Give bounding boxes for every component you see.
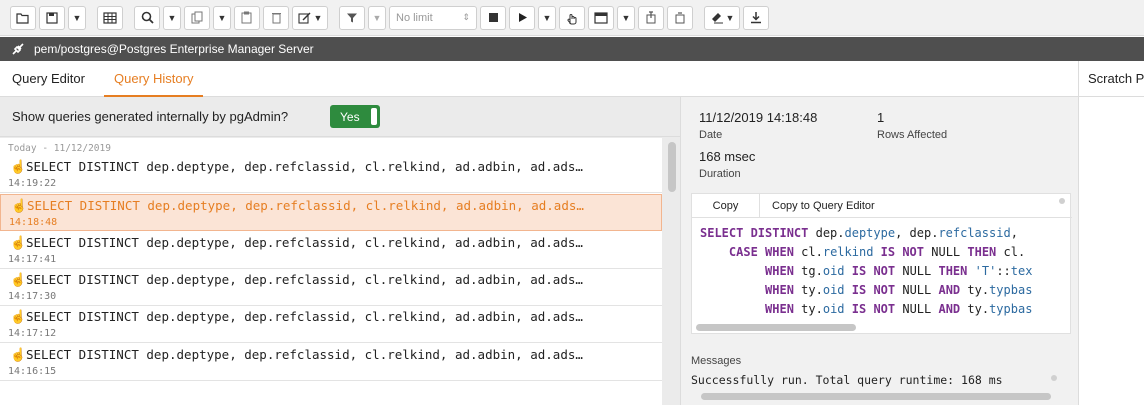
- list-item[interactable]: ☝ SELECT DISTINCT dep.deptype, dep.refcl…: [0, 269, 662, 306]
- hand-icon: ☝: [10, 159, 27, 174]
- list-item[interactable]: ☝ SELECT DISTINCT dep.deptype, dep.refcl…: [0, 194, 662, 231]
- history-group-label: Today - 11/12/2019: [8, 143, 111, 154]
- hand-icon: ☝: [10, 309, 27, 324]
- detail-rows-value: 1: [877, 110, 885, 125]
- internal-queries-label: Show queries generated internally by pgA…: [12, 109, 289, 124]
- row-limit-select[interactable]: No limit ⇕: [389, 5, 477, 30]
- query-code: SELECT DISTINCT dep.deptype, dep.refclas…: [700, 226, 1033, 316]
- download-icon[interactable]: [743, 5, 769, 30]
- stop-icon[interactable]: [480, 5, 506, 30]
- messages-panel: Messages Successfully run. Total query r…: [691, 347, 1071, 405]
- list-item[interactable]: ☝ SELECT DISTINCT dep.deptype, dep.refcl…: [0, 306, 662, 343]
- history-time: 14:16:15: [8, 366, 57, 377]
- scratch-pad-divider: [1078, 61, 1079, 405]
- code-hscrollbar[interactable]: [696, 324, 856, 331]
- query-code-box: Copy Copy to Query Editor SELECT DISTINC…: [691, 193, 1072, 334]
- edit-icon[interactable]: ▼: [292, 5, 328, 30]
- scroll-dot: [1051, 375, 1057, 381]
- scroll-dot: [1059, 198, 1065, 204]
- scrollbar-thumb[interactable]: [668, 142, 676, 192]
- copy-button[interactable]: Copy: [692, 194, 760, 218]
- chevron-down-icon[interactable]: ▼: [617, 5, 635, 30]
- delete-icon[interactable]: [263, 5, 289, 30]
- messages-text: Successfully run. Total query runtime: 1…: [691, 373, 1003, 387]
- history-list: Today - 11/12/2019 ☝ SELECT DISTINCT dep…: [0, 138, 662, 405]
- history-query: SELECT DISTINCT dep.deptype, dep.refclas…: [26, 272, 583, 287]
- hand-icon: ☝: [11, 198, 28, 213]
- history-time: 14:17:41: [8, 254, 57, 265]
- toggle-knob: [371, 108, 377, 125]
- list-item[interactable]: ☝ SELECT DISTINCT dep.deptype, dep.refcl…: [0, 344, 662, 381]
- tab-scratch-pad[interactable]: Scratch Pad: [1088, 61, 1144, 97]
- chevron-down-icon[interactable]: ▼: [213, 5, 231, 30]
- internal-queries-toggle[interactable]: Yes: [330, 105, 380, 128]
- history-query: SELECT DISTINCT dep.deptype, dep.refclas…: [26, 309, 583, 324]
- eraser-icon[interactable]: ▼: [704, 5, 740, 30]
- tab-query-editor[interactable]: Query Editor: [12, 61, 85, 97]
- detail-rows-label: Rows Affected: [877, 129, 948, 141]
- chevron-down-icon[interactable]: ▼: [368, 5, 386, 30]
- connection-icon[interactable]: [10, 41, 26, 57]
- toggle-value: Yes: [340, 109, 360, 124]
- history-time: 14:17:30: [8, 291, 57, 302]
- list-item[interactable]: ☝ SELECT DISTINCT dep.deptype, dep.refcl…: [0, 232, 662, 269]
- filter-icon[interactable]: [339, 5, 365, 30]
- table-icon[interactable]: [97, 5, 123, 30]
- history-time: 14:18:48: [9, 217, 58, 228]
- history-detail-pane: 11/12/2019 14:18:48 1 Date Rows Affected…: [680, 97, 1078, 405]
- detail-date-value: 11/12/2019 14:18:48: [699, 110, 818, 125]
- hand-icon: ☝: [10, 272, 27, 287]
- search-icon[interactable]: [134, 5, 160, 30]
- tab-bar: Query Editor Query History: [0, 61, 1144, 97]
- grid-icon[interactable]: [588, 5, 614, 30]
- history-query: SELECT DISTINCT dep.deptype, dep.refclas…: [26, 159, 583, 174]
- paste-icon[interactable]: [234, 5, 260, 30]
- hand-icon: ☝: [10, 347, 27, 362]
- tab-query-history[interactable]: Query History: [104, 61, 204, 97]
- updown-icon: ⇕: [462, 12, 470, 22]
- copy-icon[interactable]: [184, 5, 210, 30]
- history-scrollbar[interactable]: [664, 138, 680, 405]
- history-query: SELECT DISTINCT dep.deptype, dep.refclas…: [27, 198, 584, 213]
- commit-icon[interactable]: [638, 5, 664, 30]
- chevron-down-icon[interactable]: ▼: [68, 5, 86, 30]
- chevron-down-icon[interactable]: ▼: [538, 5, 556, 30]
- play-icon[interactable]: [509, 5, 535, 30]
- connection-label: pem/postgres@Postgres Enterprise Manager…: [34, 42, 314, 56]
- detail-duration-value: 168 msec: [699, 149, 756, 164]
- open-folder-icon[interactable]: [10, 5, 36, 30]
- copy-to-query-editor-button[interactable]: Copy to Query Editor: [772, 194, 875, 218]
- rollback-icon[interactable]: [667, 5, 693, 30]
- row-limit-value: No limit: [396, 11, 433, 24]
- history-query: SELECT DISTINCT dep.deptype, dep.refclas…: [26, 347, 583, 362]
- code-actions: Copy Copy to Query Editor: [692, 194, 1072, 218]
- messages-label: Messages: [691, 355, 742, 367]
- messages-hscrollbar[interactable]: [701, 393, 1051, 400]
- list-item[interactable]: ☝ SELECT DISTINCT dep.deptype, dep.refcl…: [0, 156, 662, 193]
- toolbar: ▼ ▼ ▼ ▼ ▼ No limit ⇕ ▼ ▼ ▼: [0, 0, 1144, 36]
- history-time: 14:19:22: [8, 178, 57, 189]
- history-time: 14:17:12: [8, 328, 57, 339]
- connection-bar[interactable]: pem/postgres@Postgres Enterprise Manager…: [0, 37, 1144, 61]
- hand-icon[interactable]: [559, 5, 585, 30]
- chevron-down-icon[interactable]: ▼: [163, 5, 181, 30]
- hand-icon: ☝: [10, 235, 27, 250]
- detail-date-label: Date: [699, 129, 723, 141]
- detail-duration-label: Duration: [699, 168, 741, 180]
- save-icon[interactable]: [39, 5, 65, 30]
- history-pane: Show queries generated internally by pgA…: [0, 97, 680, 405]
- history-query: SELECT DISTINCT dep.deptype, dep.refclas…: [26, 235, 583, 250]
- internal-queries-row: Show queries generated internally by pgA…: [0, 97, 680, 137]
